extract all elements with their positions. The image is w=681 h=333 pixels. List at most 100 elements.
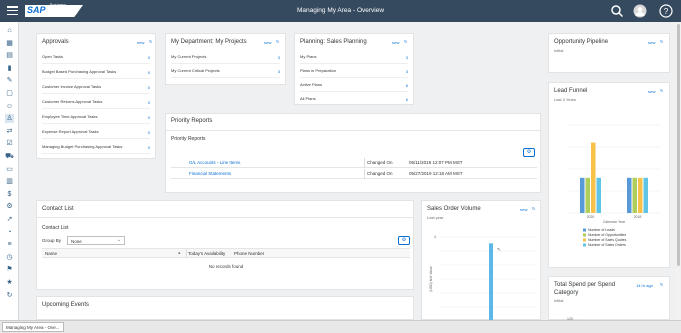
refresh-icon[interactable]: ↻ (149, 39, 152, 44)
updated-link[interactable]: 14 hr ago (636, 283, 653, 288)
sales-order-volume-tile[interactable]: Sales Order Volume Last year new ↻ 4 (USD… (421, 200, 541, 321)
bar-number-of-leads[interactable] (627, 177, 632, 213)
list-item-label: Customer Returns Approval Tasks (42, 99, 103, 104)
flag-icon[interactable]: ⚑ (5, 265, 14, 274)
network-icon[interactable]: ⇄ (5, 127, 14, 136)
planning-tile[interactable]: Planning: Sales Planning new ↻ My Plans 3… (294, 33, 414, 106)
list-item[interactable]: Expense Report Approval Tasks 0 (42, 126, 150, 139)
tile-title: Priority Reports (171, 118, 213, 124)
bar-number-of-sales-orders[interactable] (596, 177, 602, 213)
report-link[interactable]: G/L Accounts - Line Items (189, 160, 240, 165)
list-item[interactable]: All Plans 6 (300, 93, 408, 106)
department-tile[interactable]: My Department: My Projects new ↻ My Curr… (165, 33, 286, 85)
list-item[interactable]: Managing Budget Purchasing Approval Task… (42, 141, 150, 154)
list-item-label: Open Tasks (42, 54, 64, 59)
column-header-phone[interactable]: Phone Number (234, 251, 264, 256)
bar-number-of-leads[interactable] (580, 177, 585, 213)
calendar-icon[interactable]: ▦ (5, 39, 14, 48)
column-header-availability[interactable]: Today's Availability (188, 251, 225, 256)
bar-number-of-sales-orders[interactable] (643, 177, 649, 213)
taskbar-tab[interactable]: Managing My Area - Ove... (2, 322, 64, 332)
list-item[interactable]: Customer Invoice Approval Tasks 0 (42, 81, 150, 94)
refresh-icon[interactable]: ↻ (276, 39, 279, 44)
legend-swatch (583, 228, 586, 232)
list-item-count[interactable]: 3 (278, 69, 280, 74)
list-item-count[interactable]: 0 (148, 100, 150, 105)
help-icon[interactable]: ? (659, 4, 673, 18)
refresh-icon[interactable]: ↻ (5, 291, 14, 300)
group-by-value: None (71, 238, 82, 244)
total-spend-tile[interactable]: Total Spend per Spend Category Initial 1… (548, 276, 670, 321)
list-item[interactable]: Open Tasks 0 (42, 51, 150, 64)
scrollbar-thumb[interactable] (677, 24, 680, 266)
pipeline-tile[interactable]: Opportunity Pipeline Initial new ↻ (548, 33, 670, 73)
list-item-label: Budget Based Purchasing Approval Tasks (42, 69, 117, 74)
new-link[interactable]: new (392, 40, 399, 45)
chart-icon[interactable]: ▮ (5, 64, 14, 73)
refresh-icon[interactable]: ↻ (660, 39, 663, 44)
bar-number-of-sales-quotes[interactable] (591, 142, 596, 213)
new-link[interactable]: new (137, 40, 144, 45)
settings-icon[interactable]: ⚙ (5, 202, 14, 211)
column-header-name[interactable]: Name (45, 251, 57, 256)
document-icon[interactable]: ▢ (5, 89, 14, 98)
person-icon[interactable]: ♙ (5, 114, 14, 124)
bar-number-of-opportunities[interactable] (585, 177, 591, 213)
list-item[interactable]: Customer Returns Approval Tasks 0 (42, 96, 150, 109)
list-item[interactable]: Plans in Preparation 3 (300, 65, 408, 78)
avatar[interactable] (633, 4, 647, 18)
list-item-count[interactable]: 0 (148, 85, 150, 90)
table-row[interactable]: Financial Statements Changed On 05/27/2019… (171, 169, 537, 179)
clock-icon[interactable]: ◷ (5, 253, 14, 262)
people-icon[interactable]: ☺ (5, 102, 14, 111)
list-item[interactable]: My Current Projects 3 (171, 51, 280, 64)
bar[interactable] (489, 243, 493, 321)
list-item-count[interactable]: 3 (406, 69, 408, 74)
new-link[interactable]: new (648, 40, 655, 45)
building-icon[interactable]: ▤ (5, 51, 14, 60)
home-icon[interactable]: ⌂ (5, 26, 14, 35)
new-link[interactable]: new (264, 40, 271, 45)
list-item-count[interactable]: 3 (406, 55, 408, 60)
group-by-select[interactable]: None ⌄ (67, 236, 125, 245)
bar-number-of-opportunities[interactable] (632, 177, 638, 213)
lead-funnel-tile[interactable]: Lead Funnel Last 3 Years new ↻ 2020 2018 C… (548, 82, 670, 268)
search-icon[interactable] (610, 4, 624, 18)
list-item[interactable]: My Current Critical Projects 3 (171, 65, 280, 78)
divider (166, 130, 540, 131)
list-item-count[interactable]: 0 (148, 70, 150, 75)
list-item-label: Customer Invoice Approval Tasks (42, 84, 102, 89)
list-item-count[interactable]: 0 (148, 55, 150, 60)
list-item[interactable]: Employee Time Approval Tasks 0 (42, 111, 150, 124)
report-link[interactable]: Financial Statements (189, 171, 231, 176)
tools-icon[interactable]: ✎ (5, 76, 14, 85)
star-icon[interactable]: ★ (5, 278, 14, 287)
personalize-icon[interactable]: ⚙ (398, 236, 410, 245)
list-item[interactable]: Budget Based Purchasing Approval Tasks 0 (42, 66, 150, 79)
list-item-count[interactable]: 3 (278, 55, 280, 60)
list-item[interactable]: Active Plans 6 (300, 79, 408, 92)
list-item[interactable]: My Plans 3 (300, 51, 408, 64)
refresh-icon[interactable]: ↻ (660, 282, 663, 287)
sort-icon[interactable]: ▴ (178, 250, 181, 256)
money-icon[interactable]: $ (5, 190, 14, 199)
graph-icon[interactable]: ↗ (5, 215, 14, 224)
checklist-icon[interactable]: ☑ (5, 139, 14, 148)
list-item-count[interactable]: 0 (148, 115, 150, 120)
list-item-label: My Plans (300, 54, 317, 59)
folder-icon[interactable]: ▭ (5, 165, 14, 174)
refresh-icon[interactable]: ↻ (404, 39, 407, 44)
truck-icon[interactable]: ⛟ (5, 152, 14, 161)
personalize-icon[interactable]: ⚙ (523, 148, 535, 157)
list-item-count[interactable]: 0 (148, 130, 150, 135)
table-row[interactable]: G/L Accounts - Line Items Changed On 05/11… (171, 158, 537, 168)
cursor-icon: ↖ (497, 247, 501, 253)
list-item-count[interactable]: 6 (406, 97, 408, 102)
list-item-count[interactable]: 0 (148, 145, 150, 150)
list-item-count[interactable]: 6 (406, 83, 408, 88)
report-icon[interactable]: ▥ (5, 177, 14, 186)
list-icon[interactable]: ≡ (5, 240, 14, 249)
approvals-tile[interactable]: Approvals new ↻ Open Tasks 0 Budget Based … (36, 33, 156, 159)
timer-icon[interactable]: ◔ (5, 228, 14, 237)
bar-number-of-sales-quotes[interactable] (638, 177, 643, 213)
